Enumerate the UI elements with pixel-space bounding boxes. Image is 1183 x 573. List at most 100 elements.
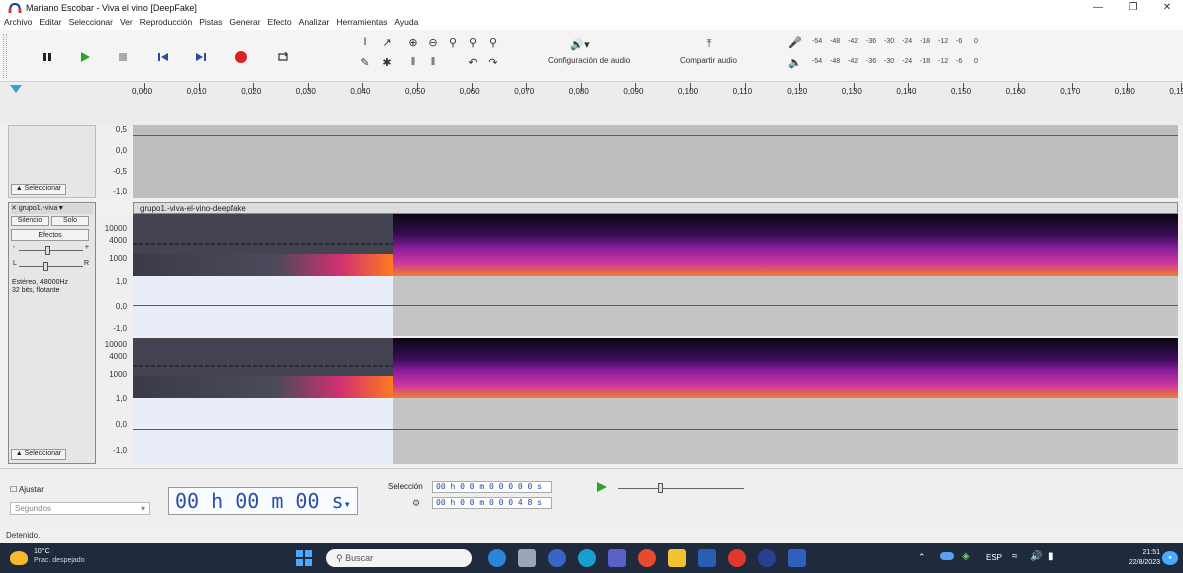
teams-icon[interactable] <box>608 549 626 567</box>
ruler-tick-label: 0,130 <box>841 87 862 96</box>
share-icon[interactable]: ⤒ <box>700 36 718 52</box>
undo-icon[interactable]: ↶ <box>464 54 482 70</box>
pan-slider[interactable]: L R <box>13 260 89 271</box>
minimize-button[interactable]: — <box>1083 0 1113 16</box>
silence-icon[interactable]: ‖ <box>424 54 442 70</box>
maximize-button[interactable]: ❐ <box>1118 0 1148 16</box>
playback-meter[interactable]: -54 -48 -42 -36 -30 -24 -18 -12 -6 0 <box>812 56 1012 70</box>
camera-icon[interactable] <box>548 549 566 567</box>
slider-thumb[interactable] <box>45 246 50 255</box>
battery-icon[interactable]: ▮ <box>1048 551 1054 562</box>
playback-meter-icon[interactable]: 🔈 <box>786 54 804 70</box>
menu-editar[interactable]: Editar <box>35 16 64 27</box>
skip-start-button[interactable] <box>150 44 176 70</box>
gain-slider[interactable]: - + <box>13 244 89 255</box>
redo-icon[interactable]: ↷ <box>484 54 502 70</box>
clock[interactable]: 21:51 22/8/2023 <box>1129 548 1160 568</box>
track2-name-menu[interactable]: ✕ grupo1.-viva▼ <box>11 204 93 214</box>
track1-select-button[interactable]: ▲ Seleccionar <box>11 184 66 195</box>
playback-speed-slider[interactable] <box>618 481 748 495</box>
mute-button[interactable]: Silencio <box>11 216 49 226</box>
menu-analizar[interactable]: Analizar <box>295 16 333 27</box>
zoom-fit-icon[interactable]: ⚲ <box>464 34 482 50</box>
close-button[interactable]: ✕ <box>1152 0 1182 16</box>
menu-seleccionar[interactable]: Seleccionar <box>65 16 116 27</box>
multi-tool-icon[interactable]: ✱ <box>378 54 396 70</box>
snap-checkbox[interactable]: ☐ Ajustar <box>10 485 44 494</box>
play-button[interactable] <box>72 44 98 70</box>
weather-widget[interactable]: 10°C Prac. despejado <box>34 547 85 565</box>
volume-icon[interactable]: 🔊 <box>1030 551 1042 562</box>
stop-button[interactable] <box>110 44 136 70</box>
zoom-in-icon[interactable]: ⊕ <box>404 34 422 50</box>
wifi-icon[interactable]: ≈ <box>1012 551 1018 562</box>
play-at-speed-button[interactable] <box>596 481 608 495</box>
menu-ayuda[interactable]: Ayuda <box>390 16 421 27</box>
zoom-out-icon[interactable]: ⊖ <box>424 34 442 50</box>
bing-icon[interactable] <box>488 549 506 567</box>
ruler-tick-label: 0,000 <box>132 87 153 96</box>
slider-thumb[interactable] <box>658 483 663 493</box>
windows-start-icon[interactable] <box>296 550 312 568</box>
pause-button[interactable] <box>34 44 60 70</box>
speaker-icon[interactable]: 🔊▾ <box>565 36 595 52</box>
skip-end-button[interactable] <box>188 44 214 70</box>
record-meter[interactable]: -54 -48 -42 -36 -30 -24 -18 -12 -6 0 <box>812 36 1012 50</box>
menu-herramientas[interactable]: Herramientas <box>332 16 390 27</box>
menu-efecto[interactable]: Efecto <box>264 16 295 27</box>
trim-icon[interactable]: ‖ <box>404 54 422 70</box>
waveform-right[interactable] <box>133 398 1178 464</box>
track2-header[interactable]: ✕ grupo1.-viva▼ Silencio Solo Efectos - … <box>8 202 96 464</box>
word-icon[interactable] <box>698 549 716 567</box>
menu-reproduccion[interactable]: Reproducción <box>136 16 195 27</box>
pin-icon[interactable] <box>8 83 24 95</box>
folder-icon[interactable] <box>668 549 686 567</box>
taskbar-search[interactable]: ⚲ Buscar <box>326 549 472 567</box>
snap-label: Ajustar <box>18 485 44 494</box>
selection-end-field[interactable]: 00 h 0 0 m 0 0 0 4 8 s <box>432 497 552 509</box>
onedrive-icon[interactable] <box>940 552 954 560</box>
media-player-icon[interactable] <box>758 549 776 567</box>
track1-waveform[interactable] <box>133 125 1178 198</box>
zoom-toggle-icon[interactable]: ⚲ <box>484 34 502 50</box>
weather-icon[interactable] <box>10 551 28 565</box>
slider-thumb[interactable] <box>43 262 48 271</box>
clip-title-bar[interactable]: grupo1.-viva-el-vino-deepfake <box>133 202 1178 214</box>
toolbar-grip[interactable] <box>3 34 7 78</box>
menu-pistas[interactable]: Pistas <box>195 16 225 27</box>
language-indicator[interactable]: ESP <box>986 553 1002 562</box>
audacity-taskbar-icon[interactable] <box>788 549 806 567</box>
record-button[interactable] <box>228 44 254 70</box>
zoom-sel-icon[interactable]: ⚲ <box>444 34 462 50</box>
timeline-ruler[interactable]: 0,000 0,010 0,020 0,030 0,040 0,050 0,060 0,070… <box>0 83 1183 125</box>
effects-button[interactable]: Efectos <box>11 229 89 241</box>
snap-unit-select[interactable]: Segundos ▾ <box>10 502 150 515</box>
loop-button[interactable] <box>270 44 296 70</box>
selection-start-field[interactable]: 00 h 0 0 m 0 0 0 0 0 s <box>432 481 552 493</box>
file-explorer-icon[interactable] <box>518 549 536 567</box>
menu-ver[interactable]: Ver <box>116 16 136 27</box>
waveform-left[interactable] <box>133 276 1178 336</box>
opera-icon[interactable] <box>728 549 746 567</box>
time-display[interactable]: 00 h 00 m 00 s▾ <box>168 487 358 515</box>
spectrogram-left[interactable] <box>133 214 1178 276</box>
edge-icon[interactable] <box>578 549 596 567</box>
track2-select-button[interactable]: ▲ Seleccionar <box>11 449 66 460</box>
envelope-tool-icon[interactable]: ↗ <box>378 34 396 50</box>
audio-setup-button[interactable]: Configuración de audio <box>548 56 630 65</box>
menu-archivo[interactable]: Archivo <box>0 16 35 27</box>
draw-tool-icon[interactable]: ✎ <box>356 54 374 70</box>
microphone-icon[interactable]: 🎤 <box>786 34 804 50</box>
app-tray-icon[interactable]: ◈ <box>962 551 970 562</box>
skip-end-icon <box>196 53 206 61</box>
selection-tool-icon[interactable]: I <box>356 34 374 50</box>
notification-badge[interactable]: ● <box>1162 551 1178 565</box>
solo-button[interactable]: Solo <box>51 216 89 226</box>
chrome-icon[interactable] <box>638 549 656 567</box>
chevron-up-icon[interactable]: ⌃ <box>918 552 926 563</box>
track1-header[interactable]: ▲ Seleccionar <box>8 125 96 198</box>
menu-generar[interactable]: Generar <box>225 16 263 27</box>
gear-icon[interactable]: ⚙ <box>412 498 420 509</box>
share-audio-button[interactable]: Compartir audio <box>680 56 737 65</box>
spectrogram-right[interactable] <box>133 338 1178 398</box>
